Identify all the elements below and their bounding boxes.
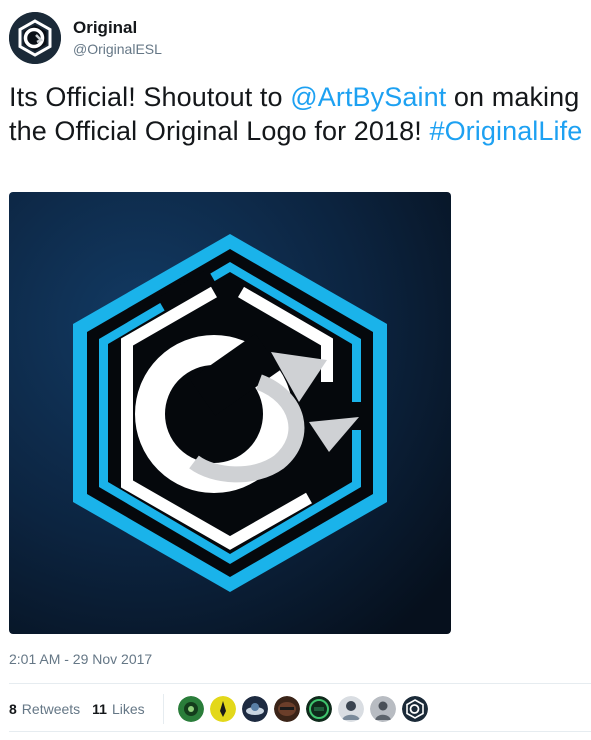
tweet-text-part1: Its Official! Shoutout to [9, 82, 291, 112]
original-logo-icon [9, 12, 61, 64]
likes-count: 11 [92, 701, 107, 717]
divider [9, 731, 591, 732]
mention-link[interactable]: @ArtBySaint [290, 82, 446, 112]
liker-avatar[interactable] [241, 696, 268, 722]
liker-avatars [177, 696, 434, 722]
tweet-timestamp[interactable]: 2:01 AM - 29 Nov 2017 [9, 651, 152, 667]
liker-avatar[interactable] [337, 696, 364, 722]
tweet-text: Its Official! Shoutout to @ArtBySaint on… [9, 80, 584, 148]
brown-avatar-icon [273, 696, 300, 722]
liker-avatar[interactable] [401, 696, 428, 722]
tweet-stats: 8 Retweets 11 Likes [9, 693, 434, 725]
dark-avatar-icon [241, 696, 268, 722]
retweets-count: 8 [9, 701, 17, 717]
liker-avatar[interactable] [209, 696, 236, 722]
liker-avatar[interactable] [305, 696, 332, 722]
grey-avatar-icon [369, 696, 396, 722]
liker-avatar[interactable] [177, 696, 204, 722]
likes-label: Likes [111, 701, 145, 717]
green-avatar-icon [177, 696, 204, 722]
author-display-name[interactable]: Original [73, 18, 162, 38]
original-logo-icon [401, 696, 428, 722]
yellow-avatar-icon [209, 696, 236, 722]
likes-stat[interactable]: 11 Likes [92, 701, 145, 717]
author-handle[interactable]: @OriginalESL [73, 39, 162, 59]
liker-avatar[interactable] [273, 696, 300, 722]
person-avatar-icon [337, 696, 364, 722]
retweets-stat[interactable]: 8 Retweets [9, 701, 80, 717]
author-avatar[interactable] [9, 12, 61, 64]
original-logo-icon [9, 192, 451, 634]
tweet-media-image[interactable] [9, 192, 451, 634]
hashtag-link[interactable]: #OriginalLife [429, 116, 582, 146]
liker-avatar[interactable] [369, 696, 396, 722]
green-logo-avatar-icon [305, 696, 332, 722]
retweets-label: Retweets [21, 701, 81, 717]
divider [162, 694, 164, 724]
divider [9, 683, 591, 684]
tweet-header: Original @OriginalESL [9, 12, 162, 64]
